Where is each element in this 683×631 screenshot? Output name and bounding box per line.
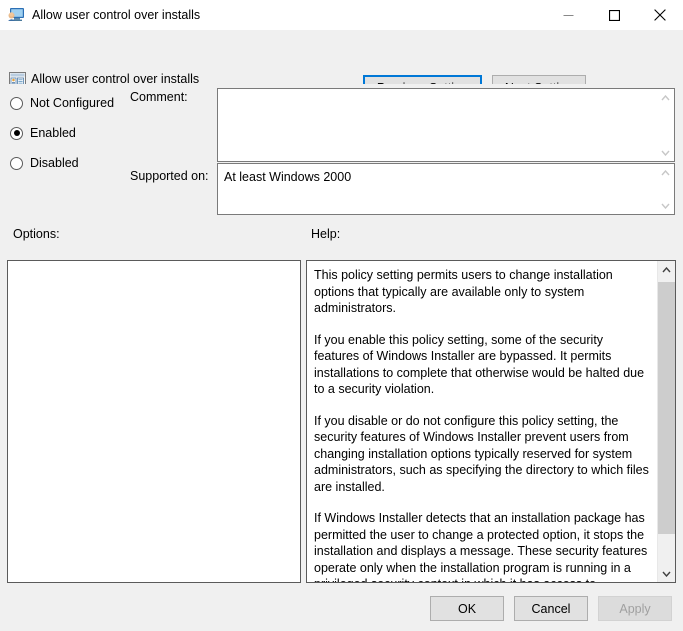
ok-button[interactable]: OK — [430, 596, 504, 621]
title-bar: Allow user control over installs — [0, 0, 683, 30]
apply-button: Apply — [598, 596, 672, 621]
comment-label: Comment: — [130, 90, 188, 104]
comment-scroll-down-icon[interactable] — [657, 144, 674, 161]
dialog-body: Not Configured Enabled Disabled Comment:… — [0, 84, 683, 631]
help-paragraph: If you enable this policy setting, some … — [314, 332, 645, 397]
radio-disabled-mark — [10, 156, 23, 170]
comment-scrollbar[interactable] — [657, 89, 674, 161]
radio-enabled-mark — [10, 126, 23, 140]
maximize-icon[interactable] — [591, 0, 637, 30]
window-title: Allow user control over installs — [32, 8, 201, 22]
radio-enabled-label: Enabled — [30, 126, 76, 140]
help-paragraph: If you disable or do not configure this … — [314, 413, 649, 494]
help-scroll-down-icon[interactable] — [658, 565, 675, 582]
help-text: This policy setting permits users to cha… — [307, 261, 657, 582]
window-controls — [545, 0, 683, 30]
policy-state-radio-group: Not Configured Enabled Disabled — [10, 88, 130, 178]
minimize-icon[interactable] — [545, 0, 591, 30]
help-scroll-thumb[interactable] — [658, 282, 675, 534]
supported-on-scroll-down-icon[interactable] — [657, 197, 674, 214]
radio-disabled-label: Disabled — [30, 156, 79, 170]
supported-on-input[interactable]: At least Windows 2000 — [217, 163, 675, 215]
help-panel: This policy setting permits users to cha… — [306, 260, 676, 583]
setting-header-band: Allow user control over installs Previou… — [0, 30, 683, 100]
supported-on-label: Supported on: — [130, 169, 209, 183]
help-scroll-track[interactable] — [658, 278, 675, 565]
radio-not-configured-mark — [10, 96, 23, 110]
cancel-button[interactable]: Cancel — [514, 596, 588, 621]
options-panel[interactable] — [7, 260, 301, 583]
radio-enabled[interactable]: Enabled — [10, 118, 130, 148]
supported-on-scrollbar[interactable] — [657, 164, 674, 214]
help-label: Help: — [311, 227, 341, 241]
options-label: Options: — [13, 227, 60, 241]
comment-input[interactable] — [217, 88, 675, 162]
radio-not-configured[interactable]: Not Configured — [10, 88, 130, 118]
help-paragraph: If Windows Installer detects that an ins… — [314, 511, 648, 582]
comment-value — [218, 89, 657, 161]
help-paragraph: This policy setting permits users to cha… — [314, 268, 613, 315]
help-scroll-up-icon[interactable] — [658, 261, 675, 278]
help-scrollbar[interactable] — [657, 261, 675, 582]
supported-on-value: At least Windows 2000 — [224, 170, 352, 184]
policy-monitor-icon — [7, 7, 25, 23]
dialog-footer-buttons: OK Cancel Apply — [430, 596, 672, 621]
close-icon[interactable] — [637, 0, 683, 30]
comment-scroll-up-icon[interactable] — [657, 89, 674, 106]
radio-not-configured-label: Not Configured — [30, 96, 115, 110]
radio-disabled[interactable]: Disabled — [10, 148, 130, 178]
supported-on-scroll-up-icon[interactable] — [657, 164, 674, 181]
